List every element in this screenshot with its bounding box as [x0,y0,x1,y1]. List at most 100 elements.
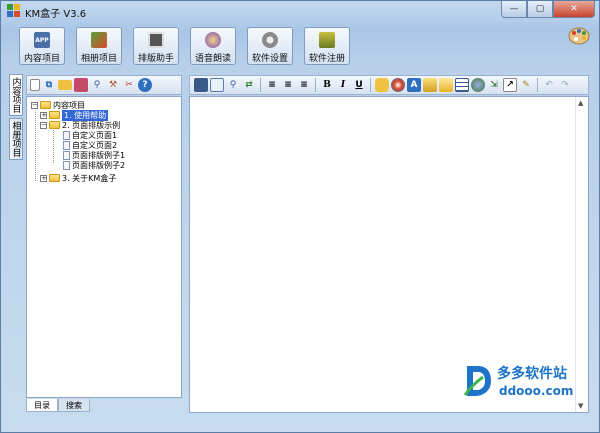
save-icon[interactable] [74,78,88,92]
scroll-up-arrow-icon[interactable]: ▲ [578,99,583,107]
content-tree[interactable]: − 内容项目 + 1. 使用帮助 − 2. 页面排版示例 自定义页面1 自定义页… [26,96,182,398]
tree-item[interactable]: 自定义页面2 [63,140,117,150]
help-icon[interactable]: ? [138,78,152,92]
tree-item[interactable]: 自定义页面1 [63,130,117,140]
bottom-tabs: 目录 搜索 [26,399,90,413]
tree-item[interactable]: 页面排版例子2 [63,160,125,170]
title-bar[interactable]: KM盒子 V3.6 — ▢ ✕ [1,1,599,21]
image-icon[interactable] [439,78,453,92]
side-tab-content[interactable]: 内容项目 [9,74,23,116]
window-controls: — ▢ ✕ [501,1,595,18]
align-left-icon[interactable]: ≡ [265,78,279,92]
close-button[interactable]: ✕ [553,1,595,18]
toolbar-separator [537,78,538,92]
bold-icon[interactable]: B [320,78,334,92]
layout-icon [148,32,164,48]
watermark-url: ddooo.com [499,384,574,398]
software-settings-button[interactable]: 软件设置 [247,27,293,65]
redo-icon[interactable]: ↷ [558,78,572,92]
folder-icon [40,101,51,109]
folder-icon [49,121,60,129]
export-icon[interactable]: ↗ [503,78,517,92]
voice-reading-button[interactable]: 语音朗读 [190,27,236,65]
toolbar-separator [260,78,261,92]
save-icon[interactable] [194,78,208,92]
align-right-icon[interactable]: ≡ [297,78,311,92]
expand-toggle[interactable]: + [40,111,47,119]
tree-item[interactable]: − 2. 页面排版示例 [40,120,120,130]
collapse-toggle[interactable]: − [31,101,38,109]
register-icon [319,32,335,48]
tree-item-label: 3. 关于KM盒子 [62,173,117,183]
style-icon[interactable]: A [407,78,421,92]
folder-icon [49,111,60,119]
undo-icon[interactable]: ↶ [542,78,556,92]
align-center-icon[interactable]: ≡ [281,78,295,92]
toolbar-separator [315,78,316,92]
layout-helper-button[interactable]: 排版助手 [133,27,179,65]
table-icon[interactable] [455,78,469,92]
new-file-icon[interactable] [30,79,40,91]
tree-toolbar: ⧉ ⚲ ⚒ ✂ ? [26,75,182,95]
tools-icon[interactable]: ⚒ [106,78,120,92]
cut-icon[interactable]: ✂ [122,78,136,92]
find-icon[interactable]: ⚲ [226,78,240,92]
tree-item[interactable]: + 3. 关于KM盒子 [40,173,116,183]
watermark-title: 多多软件站 [497,366,567,382]
window-title: KM盒子 V3.6 [25,9,87,20]
app-window: KM盒子 V3.6 — ▢ ✕ APP 内容项目 相册项目 排版助手 语音朗读 … [0,0,600,433]
maximize-button[interactable]: ▢ [527,1,553,18]
album-icon [91,32,107,48]
status-bar [1,415,599,432]
picture-icon[interactable] [423,78,437,92]
skin-palette-icon[interactable] [568,26,590,46]
software-register-button[interactable]: 软件注册 [304,27,350,65]
tab-search[interactable]: 搜索 [58,399,90,412]
content-project-button[interactable]: APP 内容项目 [19,27,65,65]
color-icon[interactable] [375,78,389,92]
editor-toolbar: ⚲ ⇄ ≡ ≡ ≡ B I U A ⇲ ↗ ✎ ↶ ↷ [189,75,589,95]
italic-icon[interactable]: I [336,78,350,92]
minimize-button[interactable]: — [501,1,527,18]
album-project-label: 相册项目 [80,54,117,64]
folder-icon [49,174,60,182]
tree-guide-line [53,125,54,163]
collapse-toggle[interactable]: − [40,121,47,129]
import-icon[interactable]: ⇲ [487,78,501,92]
page-icon [63,160,70,170]
watermark-logo-icon [463,366,491,396]
layout-helper-label: 排版助手 [137,54,174,64]
page-icon [63,130,70,140]
palette-icon[interactable] [391,78,405,92]
gear-icon [262,32,278,48]
watermark: 多多软件站 ddooo.com [463,363,578,403]
page-icon [63,150,70,160]
side-tab-album[interactable]: 相册项目 [9,118,23,160]
toolbar-separator [370,78,371,92]
app-icon: APP [34,32,50,48]
eraser-icon[interactable]: ✎ [519,78,533,92]
side-tabs: 内容项目 相册项目 [9,74,23,162]
album-project-button[interactable]: 相册项目 [76,27,122,65]
tree-item-label: 页面排版例子2 [72,160,126,170]
tree-item[interactable]: + 1. 使用帮助 [40,109,109,121]
tree-root[interactable]: − 内容项目 [31,100,85,110]
tree-guide-line [35,105,36,181]
tree-item[interactable]: 页面排版例子1 [63,150,125,160]
scroll-down-arrow-icon[interactable]: ▼ [578,402,583,410]
voice-reading-label: 语音朗读 [194,54,231,64]
copy-icon[interactable]: ⧉ [42,78,56,92]
open-folder-icon[interactable] [58,80,72,90]
expand-toggle[interactable]: + [40,174,47,182]
preview-icon[interactable] [210,78,224,92]
main-toolbar: APP 内容项目 相册项目 排版助手 语音朗读 软件设置 软件注册 [19,27,361,69]
underline-icon[interactable]: U [352,78,366,92]
tab-catalog[interactable]: 目录 [26,399,58,412]
software-register-label: 软件注册 [308,54,345,64]
content-project-label: 内容项目 [23,54,60,64]
replace-icon[interactable]: ⇄ [242,78,256,92]
app-logo-icon [7,4,20,17]
software-settings-label: 软件设置 [251,54,288,64]
link-icon[interactable] [471,78,485,92]
find-icon[interactable]: ⚲ [90,78,104,92]
